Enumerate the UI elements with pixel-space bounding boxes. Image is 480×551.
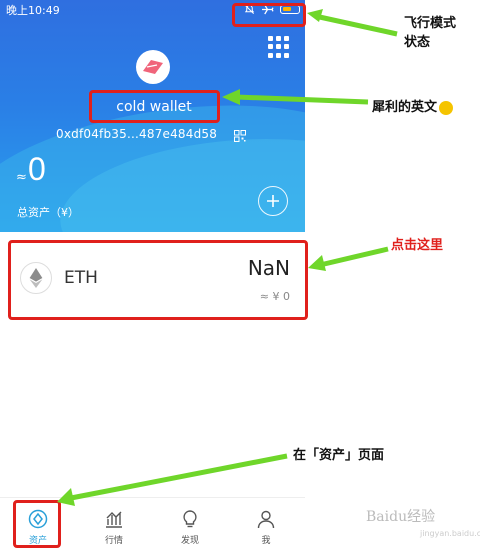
- baidu-watermark-url: jingyan.baidu.com: [420, 529, 480, 538]
- menu-grid-icon[interactable]: [268, 36, 290, 58]
- wallet-avatar[interactable]: [136, 50, 170, 84]
- arrow-to-status: [307, 9, 398, 37]
- highlight-status-icons: [232, 3, 306, 27]
- highlight-asset-row: [8, 240, 308, 320]
- total-balance: 0: [28, 151, 46, 187]
- market-chart-icon: [103, 508, 125, 530]
- arrow-to-asset-row: [308, 246, 389, 271]
- highlight-asset-tab: [13, 500, 61, 548]
- note-wallet-name: 犀利的英文: [372, 96, 454, 115]
- note-assets-page: 在「资产」页面: [293, 448, 385, 463]
- wallet-address[interactable]: 0xdf04fb35...487e484d58: [56, 127, 217, 141]
- status-time: 晚上10:49: [6, 4, 60, 17]
- arrow-to-asset-tab: [57, 453, 288, 506]
- tab-label: 行情: [104, 536, 123, 546]
- add-asset-button[interactable]: [258, 186, 288, 216]
- plus-icon: [267, 195, 279, 207]
- total-assets-label: 总资产（¥）: [17, 206, 79, 219]
- profile-icon: [255, 508, 277, 530]
- tab-label: 发现: [180, 536, 199, 546]
- arrow-to-wallet-name: [222, 89, 369, 105]
- note-airplane-mode: 飞行模式 状态: [404, 16, 457, 50]
- baidu-watermark: Baidu经验: [366, 509, 436, 525]
- note-click-here: 点击这里: [391, 238, 444, 253]
- qr-code-icon[interactable]: [234, 127, 246, 142]
- discover-bulb-icon: [179, 508, 201, 530]
- note-wallet-name-text: 犀利的英文: [372, 100, 438, 115]
- tab-label: 我: [261, 536, 271, 546]
- grin-emoji-icon: [439, 100, 454, 115]
- approx-symbol: ≈: [16, 170, 27, 185]
- highlight-wallet-name: [89, 90, 220, 123]
